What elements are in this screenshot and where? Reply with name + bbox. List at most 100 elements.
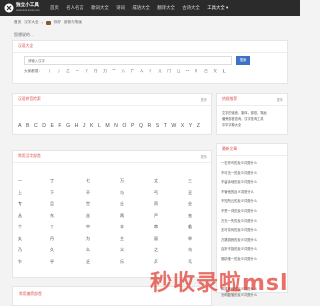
pinyin-more-link[interactable]: 更多 <box>201 97 207 102</box>
letter-link[interactable]: E <box>50 123 53 129</box>
letter-link[interactable]: J <box>83 123 86 129</box>
character-link[interactable]: 严 <box>154 213 158 219</box>
character-link[interactable]: 临 <box>188 224 192 230</box>
character-link[interactable]: 丹 <box>50 236 54 242</box>
letter-link[interactable]: X <box>181 123 184 129</box>
radical-link[interactable]: 刀 <box>103 69 107 74</box>
article-link[interactable]: 惟精惟一的反义词是什么 <box>221 256 257 261</box>
letter-link[interactable]: O <box>122 123 126 129</box>
letter-link[interactable]: S <box>156 123 159 129</box>
character-link[interactable]: 丐 <box>154 190 158 196</box>
letter-link[interactable]: W <box>171 123 176 129</box>
hot-search-item[interactable]: 中华字典大全 <box>222 122 241 127</box>
radical-link[interactable]: 人 <box>140 69 144 74</box>
letter-link[interactable]: F <box>58 123 61 129</box>
character-link[interactable]: 乐 <box>120 259 124 265</box>
radical-link[interactable]: 廴 <box>223 69 227 74</box>
letter-link[interactable]: Y <box>189 123 192 129</box>
radical-link[interactable]: 己 <box>204 69 208 74</box>
breadcrumb-home[interactable]: 首页 <box>14 20 21 25</box>
character-link[interactable]: 丁 <box>50 178 54 184</box>
character-link[interactable]: 乎 <box>50 259 54 265</box>
nav-poems[interactable]: 诗词 <box>116 4 125 12</box>
character-link[interactable]: 丫 <box>50 224 54 230</box>
character-link[interactable]: 万 <box>120 178 124 184</box>
radical-link[interactable]: 冂 <box>167 69 171 74</box>
nav-translate[interactable]: 翻译大全 <box>157 4 175 12</box>
radical-link[interactable]: 丿 <box>57 69 61 74</box>
character-link[interactable]: 乍 <box>18 259 22 265</box>
article-link[interactable]: 一石杀鸟的反义词是什么 <box>221 160 257 165</box>
character-link[interactable]: 且 <box>50 201 54 207</box>
nav-lyrics[interactable]: 歌词大全 <box>91 4 109 12</box>
radical-link[interactable]: 亻 <box>149 69 153 74</box>
character-link[interactable]: 世 <box>86 201 90 207</box>
character-link[interactable]: 丘 <box>120 201 124 207</box>
letter-link[interactable]: L <box>98 123 101 129</box>
article-link[interactable]: 无可奈何的反义词是什么 <box>221 227 257 232</box>
letter-link[interactable]: M <box>105 123 109 129</box>
letter-link[interactable]: H <box>75 123 79 129</box>
character-link[interactable]: 举 <box>188 236 192 242</box>
letter-link[interactable]: K <box>90 123 93 129</box>
hot-search-item[interactable]: 偏旁部首查询，汉字查询工具 <box>222 116 263 121</box>
character-link[interactable]: 专 <box>18 201 22 207</box>
article-link[interactable]: 不知所云的反义词是什么 <box>221 198 257 203</box>
radical-more-link[interactable]: 更多 <box>201 154 207 159</box>
character-link[interactable]: 乒 <box>154 259 158 265</box>
letter-link[interactable]: P <box>131 123 134 129</box>
article-link[interactable]: 百折不挠的反义词是什么 <box>221 246 257 251</box>
character-link[interactable]: 上 <box>18 190 22 196</box>
character-link[interactable]: 不 <box>86 190 90 196</box>
character-link[interactable]: 主 <box>120 236 124 242</box>
radical-link[interactable]: 亠 <box>112 69 116 74</box>
letter-link[interactable]: D <box>42 123 46 129</box>
character-link[interactable]: 串 <box>154 224 158 230</box>
character-link[interactable]: 丛 <box>18 213 22 219</box>
article-link[interactable]: 不可无一的反义词是什么 <box>221 170 257 175</box>
character-link[interactable]: 丧 <box>188 213 192 219</box>
character-link[interactable]: 丽 <box>154 236 158 242</box>
radical-link[interactable]: 凵 <box>177 69 181 74</box>
character-link[interactable]: 三 <box>188 178 192 184</box>
character-link[interactable]: 乏 <box>86 259 90 265</box>
radical-link[interactable]: 乃 <box>94 69 98 74</box>
nav-quotes[interactable]: 名人名言 <box>66 4 84 12</box>
character-link[interactable]: 丈 <box>154 178 158 184</box>
character-link[interactable]: 丸 <box>18 236 22 242</box>
article-link[interactable]: 不留余地的反义词是什么 <box>221 179 257 184</box>
character-link[interactable]: 么 <box>86 247 90 253</box>
letter-link[interactable]: Z <box>197 123 200 129</box>
character-link[interactable]: 业 <box>188 201 192 207</box>
character-link[interactable]: 七 <box>86 178 90 184</box>
character-link[interactable]: 丙 <box>154 201 158 207</box>
search-button[interactable]: 搜索 <box>236 56 250 65</box>
article-link[interactable]: 不管他的反义词是什么 <box>221 189 254 194</box>
nav-home[interactable]: 首页 <box>50 4 59 12</box>
tool-logo-icon[interactable] <box>4 3 14 13</box>
radical-link[interactable]: 冖 <box>186 69 190 74</box>
character-link[interactable]: 两 <box>120 213 124 219</box>
article-link[interactable]: 万籁俱寂的反义词是什么 <box>221 237 257 242</box>
letter-link[interactable]: G <box>66 123 70 129</box>
breadcrumb-category[interactable]: 汉字大全 <box>24 20 38 25</box>
character-link[interactable]: 乓 <box>188 259 192 265</box>
radical-link[interactable]: 儿 <box>158 69 162 74</box>
radical-link[interactable]: 广 <box>131 69 135 74</box>
character-link[interactable]: 中 <box>86 224 90 230</box>
character-link[interactable]: 乃 <box>18 247 22 253</box>
hot-search-item[interactable]: 文字的读音，繁体，部首，笔画 <box>222 110 267 115</box>
article-link[interactable]: 万无一失的反义词是什么 <box>221 218 257 223</box>
site-logo-text[interactable]: 独立小工具 <box>16 2 39 7</box>
character-link[interactable]: 久 <box>50 247 54 253</box>
character-link[interactable]: 个 <box>18 224 22 230</box>
character-link[interactable]: 丝 <box>86 213 90 219</box>
character-link[interactable]: 东 <box>50 213 54 219</box>
radical-link[interactable]: 八 <box>121 69 125 74</box>
letter-link[interactable]: B <box>26 123 29 129</box>
character-link[interactable]: 丑 <box>188 190 192 196</box>
letter-link[interactable]: R <box>147 123 151 129</box>
radical-link[interactable]: 阝 <box>195 69 199 74</box>
character-link[interactable]: 与 <box>120 190 124 196</box>
character-link[interactable]: 一 <box>18 178 22 184</box>
